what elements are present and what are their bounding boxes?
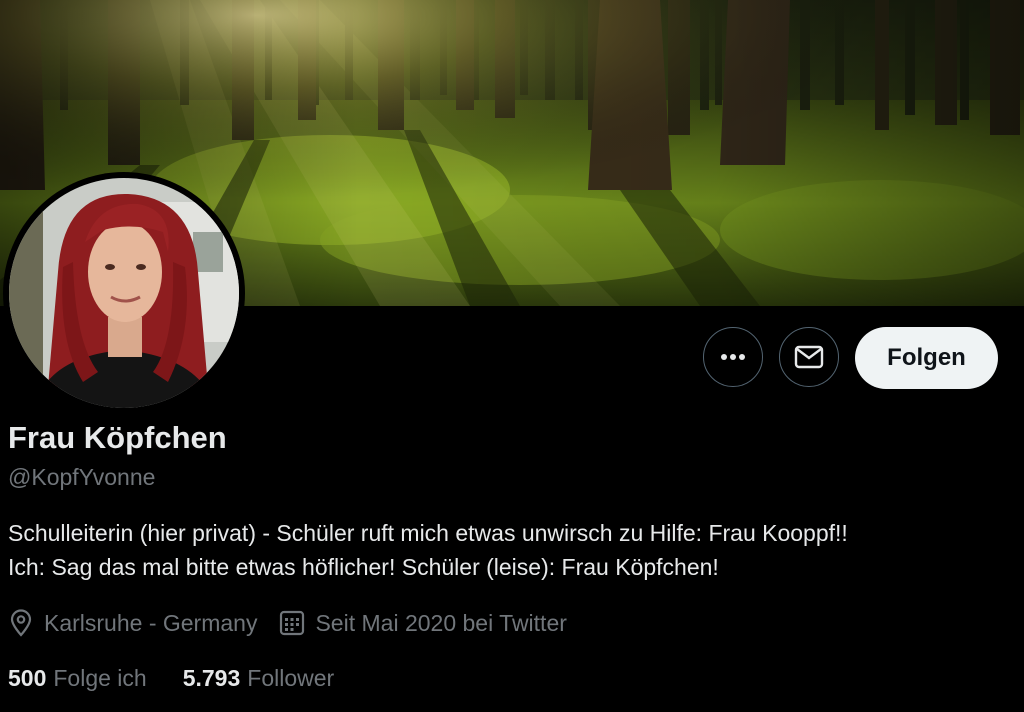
calendar-icon xyxy=(279,610,305,636)
following-label: Folge ich xyxy=(53,665,147,691)
bio-line: Schulleiterin (hier privat) - Schüler ru… xyxy=(8,520,848,546)
followers-link[interactable]: 5.793 Follower xyxy=(183,665,334,692)
follow-button[interactable]: Folgen xyxy=(855,327,998,389)
profile-bio: Schulleiterin (hier privat) - Schüler ru… xyxy=(8,516,1013,584)
followers-label: Follower xyxy=(247,665,335,691)
following-link[interactable]: 500 Folge ich xyxy=(8,665,147,692)
display-name: Frau Köpfchen xyxy=(8,420,227,455)
join-date-text: Seit Mai 2020 bei Twitter xyxy=(315,609,567,636)
profile-stats: 500 Folge ich 5.793 Follower xyxy=(8,665,334,692)
following-count: 500 xyxy=(8,665,47,691)
more-icon xyxy=(721,354,745,360)
user-handle: @KopfYvonne xyxy=(8,464,156,490)
profile-avatar[interactable] xyxy=(3,172,245,414)
profile-meta: Karlsruhe - Germany Seit Mai 2020 bei Tw… xyxy=(8,609,567,637)
bio-line: Ich: Sag das mal bitte etwas höflicher! … xyxy=(8,554,719,580)
mail-icon xyxy=(794,345,824,369)
message-button[interactable] xyxy=(779,327,839,387)
location-pin-icon xyxy=(8,609,34,637)
more-options-button[interactable] xyxy=(703,327,763,387)
followers-count: 5.793 xyxy=(182,665,241,691)
location-text: Karlsruhe - Germany xyxy=(44,609,258,636)
